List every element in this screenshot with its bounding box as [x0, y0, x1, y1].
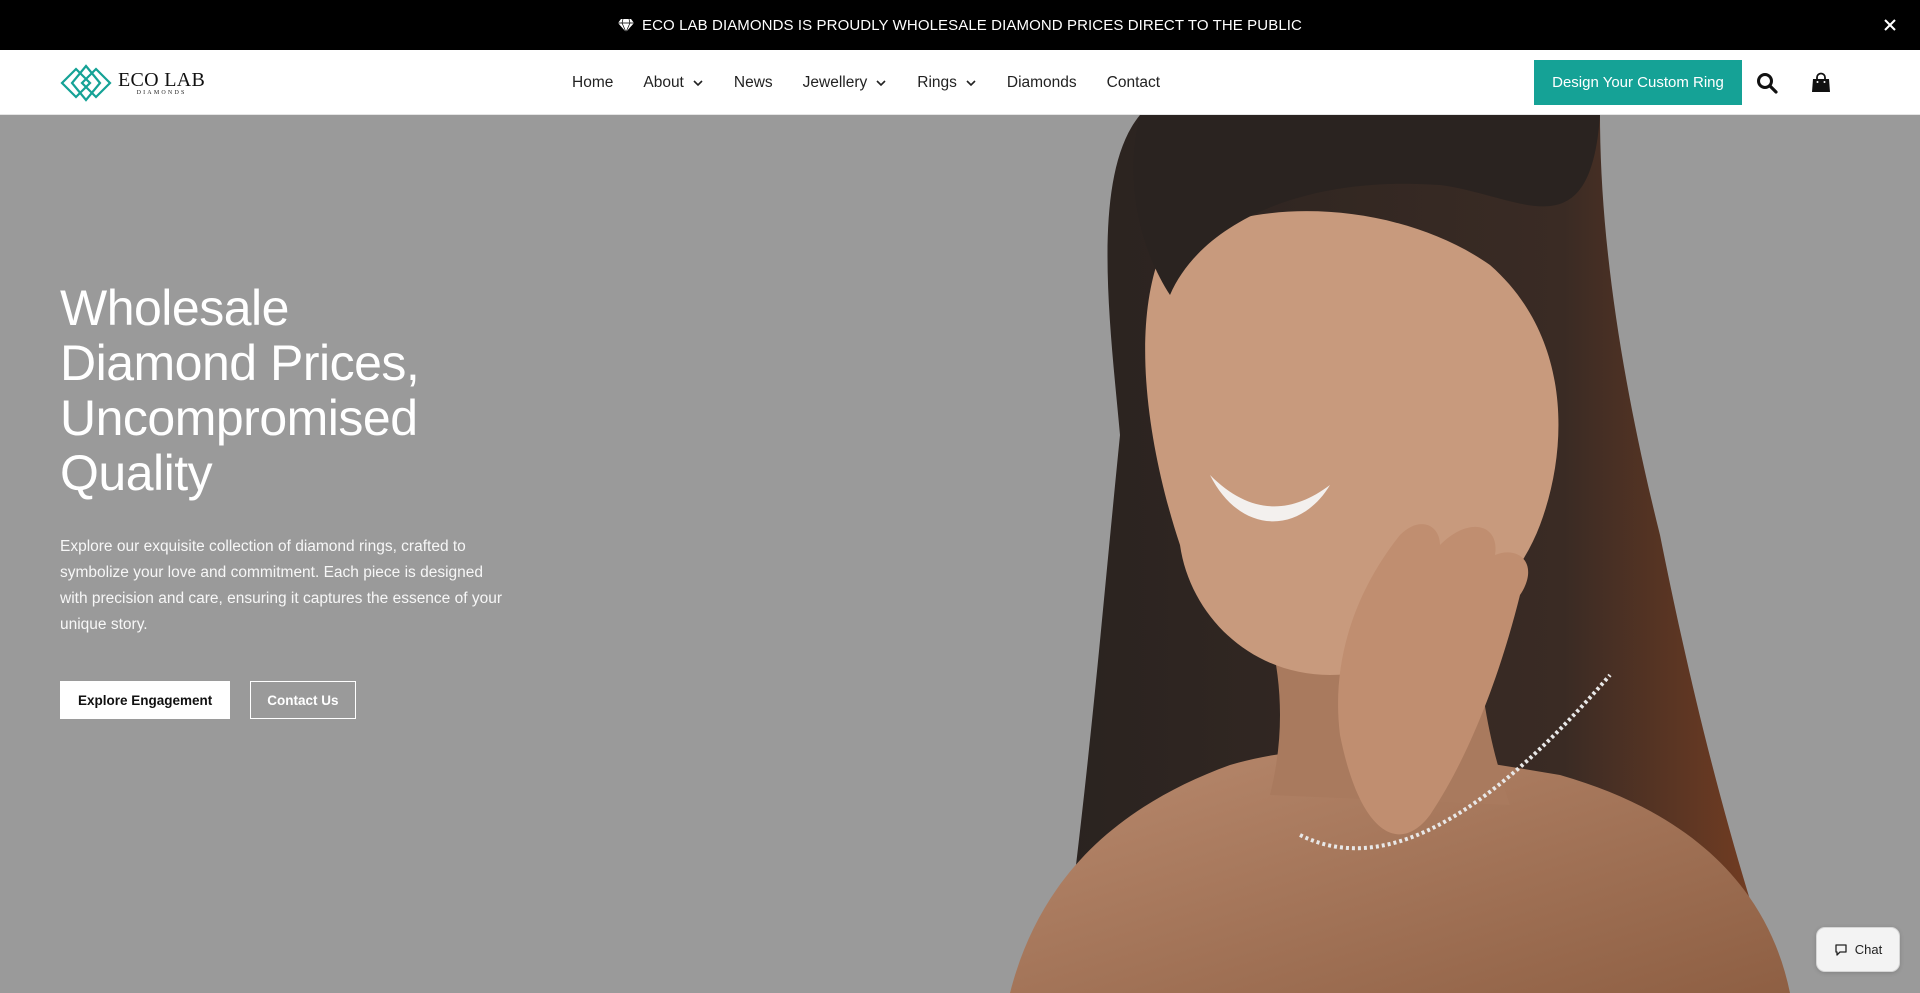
- search-icon[interactable]: [1754, 70, 1780, 96]
- main-nav: Home About News Jewellery Rings Diamonds…: [572, 50, 1190, 115]
- site-header: ECO LAB DIAMONDS Home About News Jewelle…: [0, 50, 1920, 115]
- nav-item-diamonds[interactable]: Diamonds: [1007, 74, 1077, 92]
- explore-engagement-button[interactable]: Explore Engagement: [60, 681, 231, 719]
- nav-item-news[interactable]: News: [734, 74, 773, 92]
- logo[interactable]: ECO LAB DIAMONDS: [60, 63, 205, 103]
- contact-us-button[interactable]: Contact Us: [250, 681, 356, 719]
- logo-subtitle: DIAMONDS: [136, 89, 187, 96]
- hero-title-line: Diamond Prices,: [60, 335, 420, 391]
- nav-label: About: [643, 73, 684, 91]
- chevron-down-icon: [875, 77, 887, 89]
- shopping-bag-icon[interactable]: [1808, 70, 1834, 96]
- nav-label: Diamonds: [1006, 73, 1077, 91]
- hero-title: Wholesale Diamond Prices, Uncompromised …: [60, 281, 520, 501]
- chat-button[interactable]: Chat: [1816, 927, 1900, 972]
- nav-item-contact[interactable]: Contact: [1107, 74, 1160, 92]
- hero-description: Explore our exquisite collection of diam…: [60, 538, 502, 633]
- announcement-text: ECO LAB DIAMONDS IS PROUDLY WHOLESALE DI…: [642, 16, 1302, 34]
- announcement-bar: ECO LAB DIAMONDS IS PROUDLY WHOLESALE DI…: [0, 0, 1920, 50]
- chat-label: Chat: [1854, 942, 1883, 957]
- hero-copy: Wholesale Diamond Prices, Uncompromised …: [60, 281, 520, 719]
- hero-title-line: Wholesale: [60, 280, 289, 336]
- close-icon[interactable]: [1878, 13, 1902, 37]
- nav-label: Contact: [1106, 73, 1161, 91]
- hero-title-line: Quality: [60, 445, 213, 501]
- nav-label: News: [733, 73, 773, 91]
- hero-buttons: Explore Engagement Contact Us: [60, 681, 520, 719]
- logo-mark-icon: [60, 64, 112, 102]
- nav-item-about[interactable]: About: [643, 74, 704, 92]
- nav-label: Rings: [917, 73, 957, 91]
- nav-item-jewellery[interactable]: Jewellery: [803, 74, 888, 92]
- chevron-down-icon: [965, 77, 977, 89]
- nav-item-rings[interactable]: Rings: [917, 74, 977, 92]
- diamond-icon: [618, 18, 635, 32]
- hero-section: Wholesale Diamond Prices, Uncompromised …: [0, 115, 1920, 993]
- nav-label: Home: [572, 73, 614, 91]
- chevron-down-icon: [692, 77, 704, 89]
- nav-label: Jewellery: [802, 73, 868, 91]
- logo-brand: ECO LAB: [118, 68, 206, 91]
- design-custom-ring-button[interactable]: Design Your Custom Ring: [1534, 60, 1742, 105]
- nav-item-home[interactable]: Home: [572, 74, 613, 92]
- hero-title-line: Uncompromised: [60, 390, 418, 446]
- chat-bubble-icon: [1834, 943, 1848, 957]
